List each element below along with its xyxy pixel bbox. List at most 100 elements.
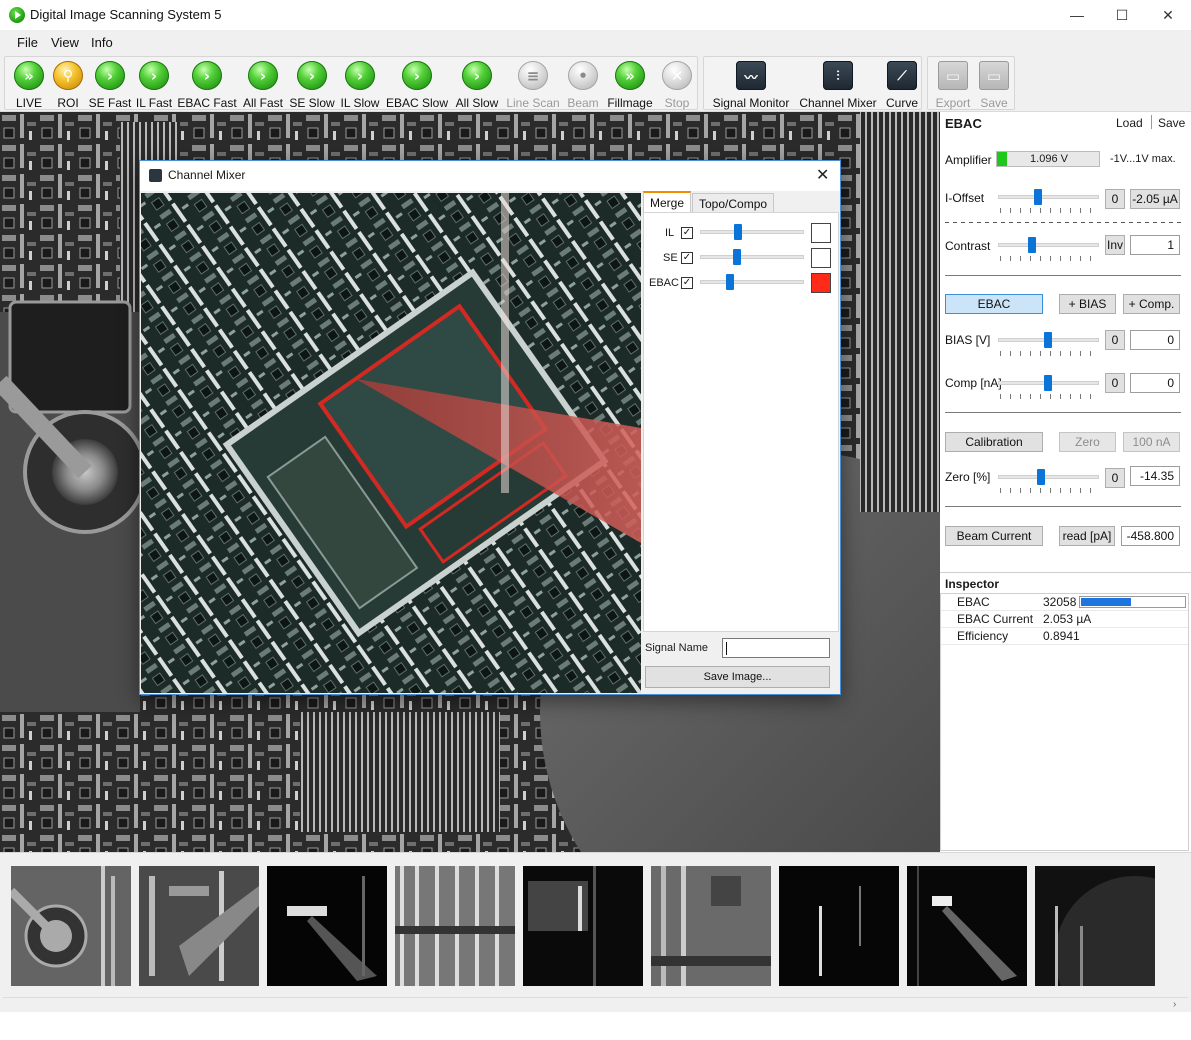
se-fast-button[interactable]: › SE Fast [89, 60, 131, 110]
minimize-button[interactable]: — [1054, 0, 1100, 30]
ebac-fast-button[interactable]: › EBAC Fast [177, 60, 237, 110]
stop-button[interactable]: ✕ Stop [662, 60, 692, 110]
line-scan-button[interactable]: ≡ Line Scan [506, 60, 560, 110]
mixed-image-canvas[interactable] [141, 193, 641, 693]
close-button[interactable]: ✕ [1145, 0, 1191, 30]
inspector-row-ebac-current[interactable]: EBAC Current 2.053 µA [941, 611, 1188, 628]
calibration-button[interactable]: Calibration [945, 432, 1043, 452]
beam-button[interactable]: • Beam [566, 60, 600, 110]
comp-slider[interactable] [998, 374, 1099, 399]
scroll-right-icon[interactable]: › [1173, 999, 1176, 1010]
curve-button[interactable]: ⟋ Curve [884, 60, 920, 110]
channel-mixer-button[interactable]: ⫶ Channel Mixer [797, 60, 879, 110]
beam-current-button[interactable]: Beam Current [945, 526, 1043, 546]
contrast-value[interactable]: 1 [1130, 235, 1180, 255]
tab-merge[interactable]: Merge [643, 191, 692, 213]
beam-current-value[interactable]: -458.800 [1121, 526, 1180, 546]
channel-checkbox-il[interactable]: ✓ [681, 227, 693, 239]
live-button[interactable]: » LIVE [12, 60, 46, 110]
slider-thumb[interactable] [1028, 237, 1036, 253]
menu-info[interactable]: Info [91, 35, 113, 50]
slider-thumb[interactable] [733, 249, 741, 265]
se-slow-button[interactable]: › SE Slow [289, 60, 335, 110]
channel-checkbox-ebac[interactable]: ✓ [681, 277, 693, 289]
slider-thumb[interactable] [1034, 189, 1042, 205]
bias-mode-button[interactable]: + BIAS [1059, 294, 1116, 314]
comp-zero-button[interactable]: 0 [1105, 373, 1125, 393]
ioffset-slider[interactable] [998, 188, 1099, 213]
beam-icon: • [568, 61, 598, 90]
contrast-invert-button[interactable]: Inv [1105, 235, 1125, 255]
curve-label: Curve [885, 96, 918, 110]
bias-value[interactable]: 0 [1130, 330, 1180, 350]
thumbnail[interactable] [1035, 866, 1155, 986]
ebac-slow-button[interactable]: › EBAC Slow [386, 60, 448, 110]
save-image-button[interactable]: Save Image... [645, 666, 830, 688]
thumbnail[interactable] [11, 866, 131, 986]
thumbnail[interactable] [267, 866, 387, 986]
save-link[interactable]: Save [1158, 116, 1185, 130]
channel-slider-ebac[interactable] [700, 273, 804, 293]
slider-thumb[interactable] [1044, 332, 1052, 348]
signal-monitor-icon: 〰 [736, 61, 766, 90]
slider-thumb[interactable] [1037, 469, 1045, 485]
channel-slider-il[interactable] [700, 223, 804, 243]
bias-zero-button[interactable]: 0 [1105, 330, 1125, 350]
fillmage-button[interactable]: » Fillmage [606, 60, 654, 110]
zero-button[interactable]: Zero [1059, 432, 1116, 452]
comp-mode-button[interactable]: + Comp. [1123, 294, 1180, 314]
dialog-close-button[interactable]: ✕ [816, 165, 829, 185]
channel-color-il[interactable] [811, 223, 831, 243]
inspector-row-ebac[interactable]: EBAC 32058 [941, 594, 1188, 611]
amplifier-value: 1.096 V [1030, 153, 1068, 165]
slider-thumb[interactable] [726, 274, 734, 290]
beam-label: Beam [567, 96, 599, 110]
slider-thumb[interactable] [1044, 375, 1052, 391]
signal-monitor-button[interactable]: 〰 Signal Monitor [710, 60, 792, 110]
hundred-na-button[interactable]: 100 nA [1123, 432, 1180, 452]
ebac-mode-button[interactable]: EBAC [945, 294, 1043, 314]
thumbnail[interactable] [523, 866, 643, 986]
bias-slider[interactable] [998, 331, 1099, 356]
inspector-row-name: Efficiency [957, 629, 1009, 643]
il-slow-button[interactable]: › IL Slow [340, 60, 380, 110]
signal-name-input[interactable] [722, 638, 830, 658]
maximize-button[interactable]: ☐ [1099, 0, 1145, 30]
ioffset-zero-button[interactable]: 0 [1105, 189, 1125, 209]
channel-color-ebac[interactable] [811, 273, 831, 293]
all-slow-button[interactable]: › All Slow [454, 60, 500, 110]
channel-checkbox-se[interactable]: ✓ [681, 252, 693, 264]
roi-button[interactable]: ⚲ ROI [52, 60, 84, 110]
menu-file[interactable]: File [17, 35, 38, 50]
ioffset-value[interactable]: -2.05 µA [1130, 189, 1180, 209]
zero-percent-zero-button[interactable]: 0 [1105, 468, 1125, 488]
menu-view[interactable]: View [51, 35, 79, 50]
thumbnail[interactable] [779, 866, 899, 986]
comp-value[interactable]: 0 [1130, 373, 1180, 393]
thumbnail[interactable] [907, 866, 1027, 986]
double-play-icon: » [615, 61, 645, 90]
export-button[interactable]: ▭ Export [934, 60, 972, 110]
zero-slider[interactable] [998, 468, 1099, 493]
channel-color-se[interactable] [811, 248, 831, 268]
thumbnail[interactable] [395, 866, 515, 986]
zero-percent-value[interactable]: -14.35 [1130, 466, 1180, 486]
il-fast-button[interactable]: › IL Fast [136, 60, 172, 110]
load-link[interactable]: Load [1116, 116, 1143, 130]
all-fast-button[interactable]: › All Fast [242, 60, 284, 110]
thumbnail[interactable] [139, 866, 259, 986]
save-button[interactable]: ▭ Save [978, 60, 1010, 110]
read-pa-button[interactable]: read [pA] [1059, 526, 1115, 546]
ioffset-label: I-Offset [945, 191, 985, 205]
tab-topo-compo[interactable]: Topo/Compo [692, 193, 775, 213]
channel-label-il: IL [665, 227, 675, 239]
slider-thumb[interactable] [734, 224, 742, 240]
inspector-row-efficiency[interactable]: Efficiency 0.8941 [941, 628, 1188, 645]
contrast-slider[interactable] [998, 236, 1099, 261]
se-fast-label: SE Fast [88, 96, 132, 110]
live-label: LIVE [15, 96, 42, 110]
play-icon: › [345, 61, 375, 90]
horizontal-scrollbar[interactable]: › [3, 997, 1188, 1011]
channel-slider-se[interactable] [700, 248, 804, 268]
thumbnail[interactable] [651, 866, 771, 986]
